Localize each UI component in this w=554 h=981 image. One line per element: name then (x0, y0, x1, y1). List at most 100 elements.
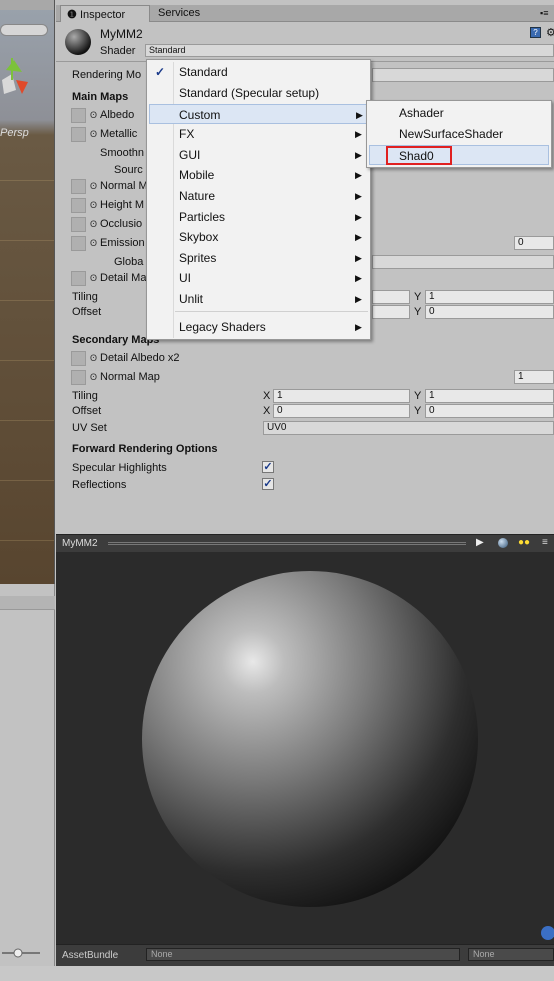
preview-sphere (142, 571, 478, 907)
emission-value-field[interactable]: 0 (514, 236, 554, 250)
custom-submenu-item-ashader[interactable]: Ashader (367, 103, 551, 123)
asset-bundle-dropdown[interactable]: None (146, 948, 460, 961)
shader-menu-item-fx[interactable]: FX ▶ (147, 124, 370, 144)
forward-rendering-heading: Forward Rendering Options (72, 443, 218, 455)
global-illumination-label: Globa (114, 256, 144, 268)
uv-set-dropdown[interactable]: UV0 (263, 421, 554, 435)
shader-menu-item-nature[interactable]: Nature ▶ (147, 186, 370, 206)
preview-drag-handle[interactable] (108, 542, 466, 545)
shader-menu-item-unlit[interactable]: Unlit ▶ (147, 289, 370, 309)
normal-map-picker-icon[interactable]: ʘ (90, 181, 97, 191)
status-footer (0, 966, 554, 981)
detail-albedo-texture-slot[interactable] (71, 351, 86, 366)
albedo-texture-slot[interactable] (71, 108, 86, 123)
secondary-offset-y-field[interactable]: 0 (425, 404, 554, 418)
main-tiling-x-field[interactable] (372, 290, 410, 304)
menu-separator (175, 311, 368, 312)
scene-toolbar (0, 0, 54, 10)
occlusion-picker-icon[interactable]: ʘ (90, 219, 97, 229)
shader-menu-item-custom[interactable]: Custom ▶ (149, 104, 368, 124)
secondary-normal-texture-slot[interactable] (71, 370, 86, 385)
albedo-picker-icon[interactable]: ʘ (90, 110, 97, 120)
metallic-picker-icon[interactable]: ʘ (90, 129, 97, 139)
preview-menu-icon[interactable]: ≡ (542, 537, 548, 548)
menu-item-label: UI (179, 271, 191, 285)
persp-label[interactable]: Persp (0, 127, 29, 139)
main-maps-heading: Main Maps (72, 91, 129, 103)
shader-dropdown[interactable]: Standard (145, 44, 554, 57)
detail-mask-label: Detail Ma (100, 272, 147, 284)
occlusion-label: Occlusio (100, 218, 143, 230)
shader-menu-item-sprites[interactable]: Sprites ▶ (147, 248, 370, 268)
secondary-tiling-x-field[interactable]: 1 (273, 389, 410, 403)
secondary-normal-picker-icon[interactable]: ʘ (90, 372, 97, 382)
rendering-mode-dropdown[interactable] (372, 68, 554, 82)
asset-bundle-bar: AssetBundle None None (56, 944, 554, 966)
detail-albedo-label: Detail Albedo x2 (100, 352, 180, 364)
metallic-texture-slot[interactable] (71, 127, 86, 142)
detail-albedo-picker-icon[interactable]: ʘ (90, 353, 97, 363)
panel-menu-icon[interactable]: ▪≡ (540, 8, 548, 18)
main-tiling-y-field[interactable]: 1 (425, 290, 554, 304)
reflections-checkbox[interactable]: ✓ (262, 478, 274, 490)
scene-view[interactable]: Persp (0, 0, 55, 584)
play-icon[interactable]: ▶ (476, 537, 484, 548)
emission-texture-slot[interactable] (71, 236, 86, 251)
secondary-offset-x-field[interactable]: 0 (273, 404, 410, 418)
submenu-arrow-icon: ▶ (355, 170, 362, 180)
asset-variant-dropdown[interactable]: None (468, 948, 554, 961)
main-tiling-label: Tiling (72, 291, 98, 303)
scene-gizmo-icon[interactable] (0, 50, 40, 110)
shader-menu-item-ui[interactable]: UI ▶ (147, 268, 370, 288)
detail-mask-texture-slot[interactable] (71, 271, 86, 286)
submenu-arrow-icon: ▶ (355, 232, 362, 242)
height-map-picker-icon[interactable]: ʘ (90, 200, 97, 210)
specular-highlights-checkbox[interactable]: ✓ (262, 461, 274, 473)
asset-tag-icon[interactable] (541, 926, 554, 940)
normal-map-texture-slot[interactable] (71, 179, 86, 194)
shader-menu-item-skybox[interactable]: Skybox ▶ (147, 227, 370, 247)
menu-item-label: Standard (Specular setup) (179, 86, 320, 100)
source-label: Sourc (114, 164, 143, 176)
shader-label: Shader (100, 45, 136, 57)
shader-menu-item-particles[interactable]: Particles ▶ (147, 207, 370, 227)
submenu-arrow-icon: ▶ (355, 294, 362, 304)
detail-mask-picker-icon[interactable]: ʘ (90, 273, 97, 283)
main-offset-y-field[interactable]: 0 (425, 305, 554, 319)
preview-sphere-icon[interactable] (498, 538, 508, 548)
zoom-slider[interactable] (2, 948, 52, 958)
emission-picker-icon[interactable]: ʘ (90, 238, 97, 248)
secondary-tiling-y-axis: Y (414, 390, 422, 402)
submenu-arrow-icon: ▶ (355, 191, 362, 201)
shader-menu-item-legacy[interactable]: Legacy Shaders ▶ (147, 317, 370, 337)
tab-inspector[interactable]: ❶ Inspector (60, 5, 150, 22)
secondary-normal-value-field[interactable]: 1 (514, 370, 554, 384)
menu-item-label: Ashader (399, 106, 444, 120)
occlusion-texture-slot[interactable] (71, 217, 86, 232)
project-toolbar (0, 596, 55, 610)
shader-menu-item-gui[interactable]: GUI ▶ (147, 145, 370, 165)
main-offset-y-axis: Y (414, 306, 422, 318)
emission-label: Emission (100, 237, 145, 249)
tab-services[interactable]: Services (152, 5, 222, 22)
submenu-arrow-icon: ▶ (355, 322, 362, 332)
custom-submenu-item-newsurfaceshader[interactable]: NewSurfaceShader (367, 124, 551, 144)
material-preview[interactable] (56, 552, 554, 944)
main-tiling-y-axis: Y (414, 291, 422, 303)
light-toggle-icon[interactable]: ●● (518, 537, 530, 548)
help-icon[interactable]: ? (530, 27, 541, 38)
tab-bar: ❶ Inspector Services ▪≡ (56, 5, 554, 22)
shader-menu-item-standard-specular[interactable]: Standard (Specular setup) (147, 83, 370, 103)
scene-search-field[interactable] (0, 24, 48, 36)
main-offset-x-field[interactable] (372, 305, 410, 319)
gear-icon[interactable]: ⚙ (546, 26, 554, 39)
shader-menu-item-standard[interactable]: ✓ Standard (147, 62, 370, 82)
secondary-offset-x-axis: X (263, 405, 271, 417)
submenu-arrow-icon: ▶ (355, 150, 362, 160)
height-map-texture-slot[interactable] (71, 198, 86, 213)
global-illumination-dropdown[interactable] (372, 255, 554, 269)
menu-item-label: Unlit (179, 292, 204, 306)
secondary-tiling-y-field[interactable]: 1 (425, 389, 554, 403)
shader-menu-item-mobile[interactable]: Mobile ▶ (147, 165, 370, 185)
main-offset-label: Offset (72, 306, 102, 318)
